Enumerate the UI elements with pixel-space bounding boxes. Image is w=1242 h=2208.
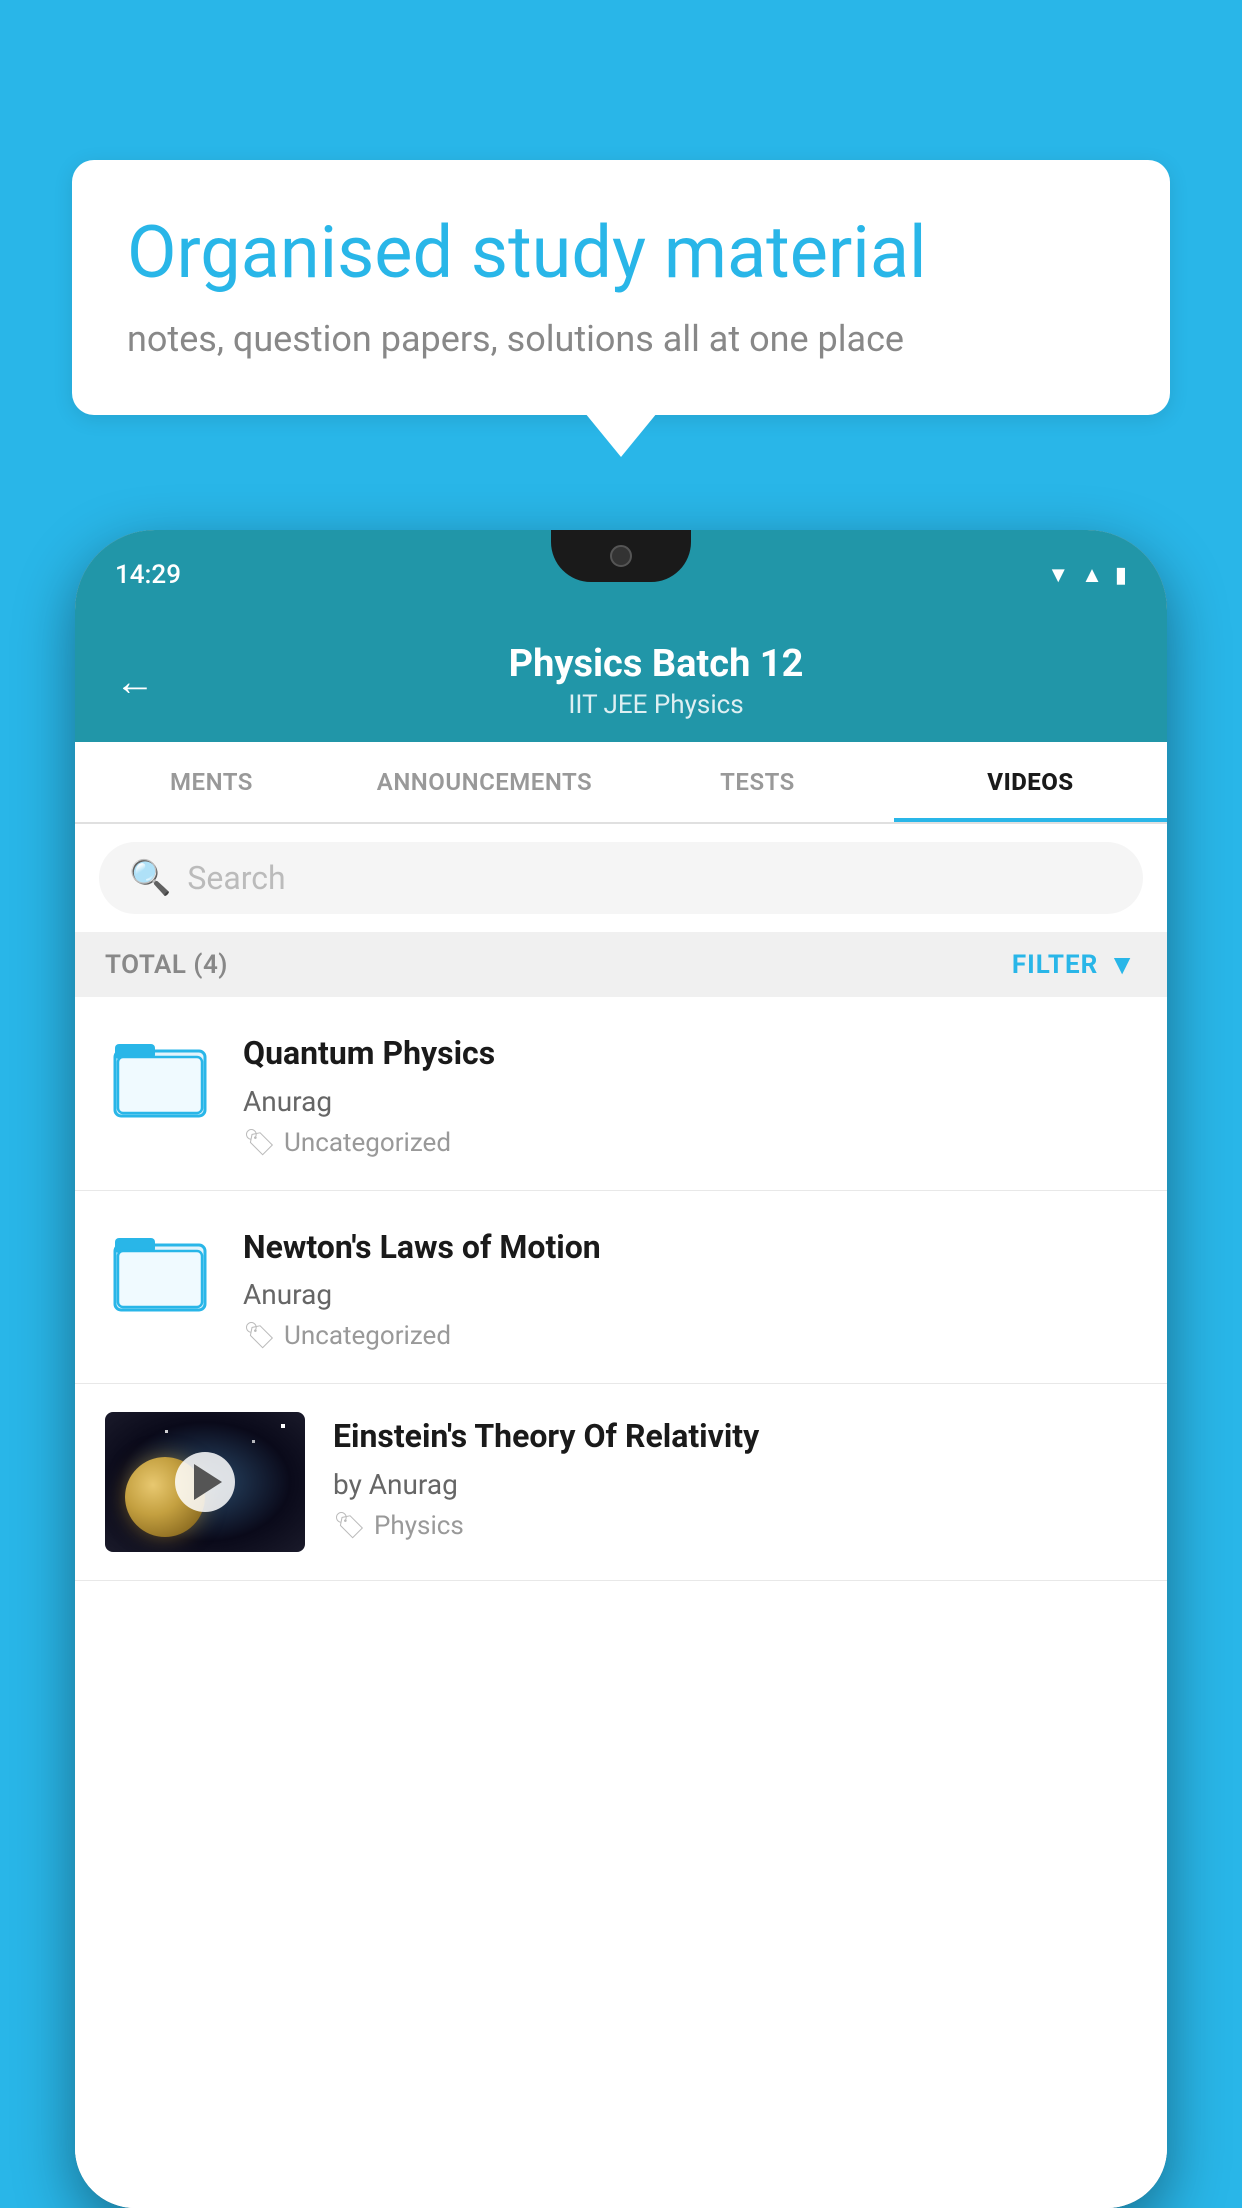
tab-announcements[interactable]: ANNOUNCEMENTS — [348, 742, 621, 822]
video-info: Einstein's Theory Of Relativity by Anura… — [333, 1412, 1137, 1541]
play-triangle-icon — [194, 1464, 222, 1500]
filter-label: FILTER — [1012, 950, 1098, 980]
video-tag: 🏷 Physics — [333, 1511, 1137, 1541]
tag-label: Uncategorized — [284, 1321, 451, 1351]
tab-tests[interactable]: TESTS — [621, 742, 894, 822]
filter-button[interactable]: FILTER ▼ — [1012, 948, 1137, 981]
play-button[interactable] — [175, 1452, 235, 1512]
video-title: Einstein's Theory Of Relativity — [333, 1416, 1137, 1458]
video-author: by Anurag — [333, 1468, 1137, 1501]
battery-icon: ▮ — [1115, 563, 1127, 588]
video-list: Quantum Physics Anurag 🏷 Uncategorized — [75, 997, 1167, 2208]
search-bar[interactable]: 🔍 Search — [99, 842, 1143, 914]
star — [281, 1424, 285, 1428]
bubble-title: Organised study material — [127, 210, 1115, 296]
filter-icon: ▼ — [1108, 948, 1137, 981]
video-info: Newton's Laws of Motion Anurag 🏷 Uncateg… — [243, 1223, 1137, 1352]
signal-icon: ▲ — [1081, 562, 1103, 588]
app-header: ← Physics Batch 12 IIT JEE Physics — [75, 620, 1167, 742]
speech-bubble: Organised study material notes, question… — [72, 160, 1170, 415]
folder-thumbnail — [105, 1223, 215, 1313]
video-tag: 🏷 Uncategorized — [243, 1128, 1137, 1158]
status-icons: ▼ ▲ ▮ — [1047, 562, 1127, 588]
list-item[interactable]: Einstein's Theory Of Relativity by Anura… — [75, 1384, 1167, 1581]
total-count: TOTAL (4) — [105, 950, 228, 980]
video-thumbnail — [105, 1412, 305, 1552]
list-item[interactable]: Quantum Physics Anurag 🏷 Uncategorized — [75, 997, 1167, 1191]
tab-videos[interactable]: VIDEOS — [894, 742, 1167, 822]
list-item[interactable]: Newton's Laws of Motion Anurag 🏷 Uncateg… — [75, 1191, 1167, 1385]
tag-label: Physics — [374, 1511, 464, 1541]
tag-label: Uncategorized — [284, 1128, 451, 1158]
tag-icon: 🏷 — [333, 1511, 366, 1541]
screen-content: 🔍 Search TOTAL (4) FILTER ▼ — [75, 824, 1167, 2208]
wifi-icon: ▼ — [1047, 562, 1069, 588]
video-author: Anurag — [243, 1085, 1137, 1118]
video-title: Newton's Laws of Motion — [243, 1227, 1137, 1269]
tab-ments[interactable]: MENTS — [75, 742, 348, 822]
star — [252, 1440, 255, 1443]
video-tag: 🏷 Uncategorized — [243, 1321, 1137, 1351]
tag-icon: 🏷 — [243, 1128, 276, 1158]
video-title: Quantum Physics — [243, 1033, 1137, 1075]
filter-bar: TOTAL (4) FILTER ▼ — [75, 932, 1167, 997]
folder-thumbnail — [105, 1029, 215, 1119]
header-title: Physics Batch 12 — [185, 642, 1127, 686]
tag-icon: 🏷 — [243, 1321, 276, 1351]
status-bar: 14:29 ▼ ▲ ▮ — [75, 530, 1167, 620]
bubble-subtitle: notes, question papers, solutions all at… — [127, 318, 1115, 360]
phone-frame: 14:29 ▼ ▲ ▮ ← Physics Batch 12 IIT JEE P… — [75, 530, 1167, 2208]
search-icon: 🔍 — [129, 858, 171, 898]
back-button[interactable]: ← — [115, 658, 155, 705]
status-time: 14:29 — [115, 560, 181, 590]
phone-screen: 14:29 ▼ ▲ ▮ ← Physics Batch 12 IIT JEE P… — [75, 530, 1167, 2208]
camera — [610, 545, 632, 567]
search-placeholder: Search — [187, 859, 285, 897]
header-title-block: Physics Batch 12 IIT JEE Physics — [185, 642, 1127, 720]
header-subtitle: IIT JEE Physics — [185, 690, 1127, 720]
video-author: Anurag — [243, 1278, 1137, 1311]
video-info: Quantum Physics Anurag 🏷 Uncategorized — [243, 1029, 1137, 1158]
tabs-bar: MENTS ANNOUNCEMENTS TESTS VIDEOS — [75, 742, 1167, 824]
search-bar-container: 🔍 Search — [75, 824, 1167, 932]
star — [165, 1430, 168, 1433]
notch — [551, 530, 691, 582]
